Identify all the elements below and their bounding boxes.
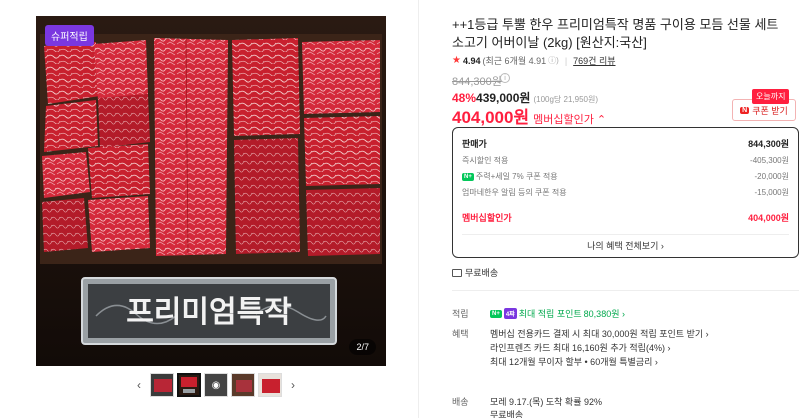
thumbnail-next-button[interactable]: › [285,377,301,393]
benefit-line-2[interactable]: 라인프렌즈 카드 최대 16,160원 추가 적립(4%) › [490,341,670,354]
naver-n-icon: N [740,106,750,114]
free-shipping-label: 무료배송 [465,268,499,278]
beef-gift-set-photo: 프리미엄특작 [36,16,386,366]
thumbnail-video[interactable]: ◉ [204,373,228,397]
member-price: 404,000원 [452,108,530,127]
breakdown-label: 멤버십할인가 [462,213,512,223]
nameplate-text: 프리미엄특작 [126,295,292,330]
breakdown-row-sale-price: 판매가 844,300원 [462,137,789,150]
column-divider [418,0,419,418]
truck-icon [452,268,462,277]
points-label: 적립 [452,309,469,319]
view-all-benefits-link[interactable]: 나의 혜택 전체보기 › [453,239,798,252]
coupon-label: 쿠폰 받기 [752,105,788,116]
breakdown-label: 엄마네한우 알림 등의 쿠폰 적용 [462,188,567,197]
super-points-badge: 슈퍼적립 [45,25,94,46]
breakdown-value: -20,000원 [754,172,790,181]
breakdown-label: 즉시할인 적용 [462,156,509,165]
breakdown-row-coupon-2: 엄마네한우 알림 등의 쿠폰 적용 -15,000원 [462,187,789,198]
breakdown-row-member-price: 멤버십할인가 404,000원 [462,211,789,224]
rating-row: ★ 4.94 (최근 6개월 4.91 ⓘ) | 769건 리뷰 [452,54,616,67]
benefit-line-3[interactable]: 최대 12개월 무이자 할부 • 60개월 특별금리 › [490,355,658,368]
free-shipping-row: 무료배송 [452,266,498,279]
breakdown-value: -15,000원 [754,188,790,197]
naver-plus-icon: N+ [462,172,474,181]
thumbnail-image [151,374,173,396]
breakdown-label: 주력+세일 7% 쿠폰 적용 [475,172,558,181]
card-icon: 4쨔 [503,308,517,319]
breakdown-value: 844,300원 [748,139,789,149]
thumbnail-image [232,374,254,396]
info-small-icon: ⓘ) [548,56,559,65]
points-value: 80,380원 › [583,309,625,319]
today-only-tag: 오늘까지 [752,89,790,104]
product-gallery: 프리미엄특작 슈퍼적립 2/7 ‹ ◉ › [36,16,386,397]
main-product-image[interactable]: 프리미엄특작 슈퍼적립 2/7 [36,16,386,366]
info-icon[interactable]: i [500,73,510,83]
product-title: ++1등급 투뿔 한우 프리미엄특작 명품 구이용 모듬 선물 세트 소고기 어… [452,17,779,50]
benefit-line-1[interactable]: 멤버십 전용카드 결제 시 최대 30,000원 적립 포인트 받기 › [490,327,709,340]
thumbnail-prev-button[interactable]: ‹ [131,377,147,393]
member-price-row: 404,000원 멤버십할인가 ⌃ [452,103,606,128]
breakdown-divider [462,234,789,235]
breakdown-row-instant: 즉시할인 적용 -405,300원 [462,155,789,166]
review-count-link[interactable]: 769건 리뷰 [573,54,615,67]
thumbnail-strip: ‹ ◉ › [131,373,301,397]
breakdown-label-wrap: N+ 주력+세일 7% 쿠폰 적용 [462,171,558,182]
separator: | [564,55,568,66]
thumbnail-2-active[interactable] [177,373,201,397]
member-price-toggle[interactable]: 멤버십할인가 ⌃ [533,114,606,126]
breakdown-label: 판매가 [462,139,487,149]
points-text: 최대 적립 포인트 [518,309,582,319]
naver-plus-icon: N+ [490,309,502,318]
rating-recent: (최근 6개월 4.91 [482,56,547,66]
delivery-eta: 모레 9.17.(목) 도착 확률 92% [490,397,602,407]
breakdown-value: 404,000원 [748,213,789,223]
star-icon: ★ [452,55,461,66]
original-price: 844,300원 [452,76,502,88]
image-counter: 2/7 [349,339,376,355]
delivery-free: 무료배송 [490,410,524,418]
points-link[interactable]: N+ 4쨔 최대 적립 포인트 80,380원 › [490,307,625,320]
thumbnail-1[interactable] [150,373,174,397]
breakdown-value: -405,300원 [750,156,789,165]
delivery-label: 배송 [452,397,469,407]
thumbnail-image [179,375,199,395]
breakdown-row-coupon-1: N+ 주력+세일 7% 쿠폰 적용 -20,000원 [462,171,789,182]
play-icon: ◉ [211,379,221,391]
benefits-label: 혜택 [452,329,469,339]
thumbnail-5[interactable] [258,373,282,397]
thumbnail-image [259,374,281,396]
price-breakdown-box: 판매가 844,300원 즉시할인 적용 -405,300원 N+ 주력+세일 … [452,127,799,258]
rating-score: 4.94 [462,55,481,66]
thumbnail-4[interactable] [231,373,255,397]
section-divider [452,290,799,291]
